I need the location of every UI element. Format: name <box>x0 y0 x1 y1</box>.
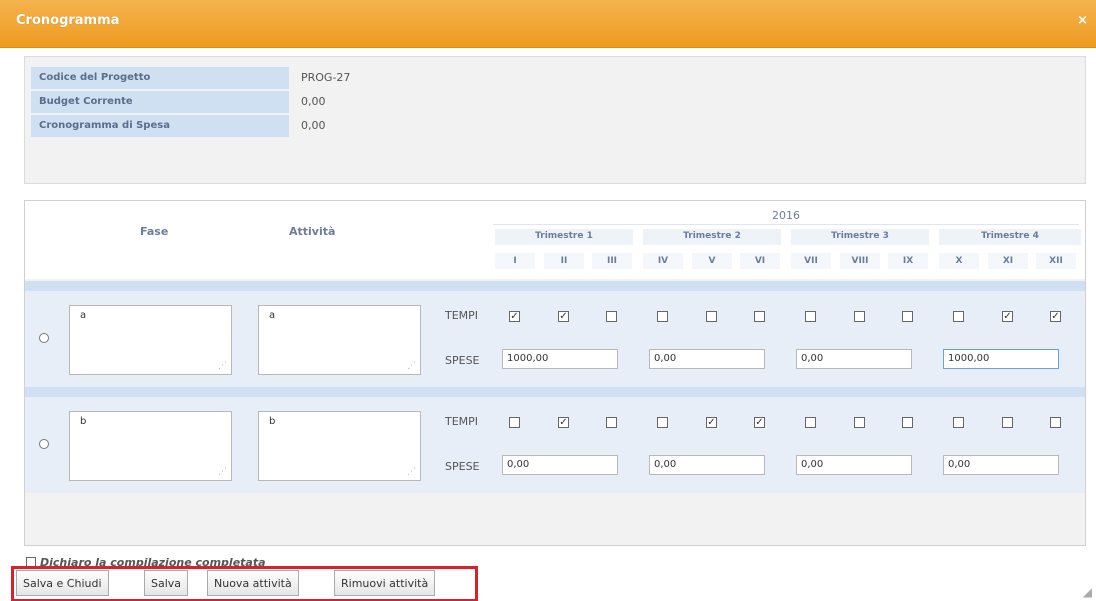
spese-label: SPESE <box>445 354 480 367</box>
attivita-textarea[interactable]: a ⋰ <box>258 305 421 375</box>
tempi-checkbox[interactable] <box>902 417 913 428</box>
activity-row: b ⋰ b ⋰ TEMPI SPESE 0,00 0,00 0,00 0,00 … <box>25 397 1085 493</box>
tempi-checkbox[interactable]: ✓ <box>706 417 717 428</box>
quarter-header: Trimestre 2 <box>643 229 781 245</box>
month-header: IV <box>643 253 683 269</box>
tempi-checkbox[interactable] <box>509 417 520 428</box>
column-header-fase: Fase <box>140 225 169 238</box>
new-activity-button[interactable]: Nuova attività <box>207 570 299 596</box>
month-header: V <box>692 253 732 269</box>
info-label: Codice del Progetto <box>31 67 289 89</box>
save-button[interactable]: Salva <box>144 570 189 596</box>
tempi-checkbox[interactable] <box>706 311 717 322</box>
info-label: Cronogramma di Spesa <box>31 115 289 137</box>
resize-grip-icon[interactable]: ⋰ <box>218 361 227 371</box>
year-header: 2016 <box>493 207 1079 225</box>
dialog-body: Codice del Progetto PROG-27 Budget Corre… <box>0 48 1096 601</box>
spesa-input-q1[interactable]: 0,00 <box>502 455 618 475</box>
tempi-checkbox[interactable] <box>606 311 617 322</box>
info-label: Budget Corrente <box>31 91 289 113</box>
tempi-checkbox[interactable] <box>854 417 865 428</box>
month-header: XII <box>1036 253 1076 269</box>
spesa-input-q2[interactable]: 0,00 <box>649 455 765 475</box>
fase-value: b <box>80 416 87 427</box>
tempi-checkbox[interactable] <box>1050 417 1061 428</box>
column-header-attivita: Attività <box>289 225 336 238</box>
row-select-radio[interactable] <box>39 333 49 343</box>
spesa-input-q3[interactable]: 0,00 <box>796 455 912 475</box>
month-header: I <box>495 253 535 269</box>
spesa-input-q1[interactable]: 1000,00 <box>502 349 618 369</box>
month-header: VIII <box>840 253 880 269</box>
tempi-checkbox[interactable]: ✓ <box>754 417 765 428</box>
month-header: IX <box>888 253 928 269</box>
info-value: 0,00 <box>301 119 326 132</box>
tempi-checkbox[interactable] <box>953 311 964 322</box>
fase-textarea[interactable]: a ⋰ <box>69 305 232 375</box>
tempi-checkbox[interactable]: ✓ <box>558 311 569 322</box>
cronogramma-grid: Fase Attività 2016 Trimestre 1 Trimestre… <box>24 200 1086 546</box>
tempi-checkbox[interactable] <box>902 311 913 322</box>
month-header: VII <box>791 253 831 269</box>
resize-grip-icon[interactable]: ◢ <box>1083 585 1092 599</box>
tempi-checkbox[interactable]: ✓ <box>1050 311 1061 322</box>
spesa-input-q3[interactable]: 0,00 <box>796 349 912 369</box>
tempi-checkbox[interactable] <box>754 311 765 322</box>
close-icon[interactable]: × <box>1077 13 1088 28</box>
month-header: II <box>544 253 584 269</box>
quarter-header: Trimestre 3 <box>791 229 929 245</box>
tempi-checkbox[interactable] <box>805 311 816 322</box>
save-and-close-button[interactable]: Salva e Chiudi <box>16 570 109 596</box>
fase-textarea[interactable]: b ⋰ <box>69 411 232 481</box>
month-header: XI <box>988 253 1028 269</box>
month-header: VI <box>740 253 780 269</box>
tempi-checkbox[interactable]: ✓ <box>1002 311 1013 322</box>
tempi-checkbox[interactable] <box>657 311 668 322</box>
resize-grip-icon[interactable]: ⋰ <box>218 467 227 477</box>
month-header: III <box>592 253 632 269</box>
grid-header: Fase Attività 2016 Trimestre 1 Trimestre… <box>25 201 1085 279</box>
spesa-input-q4[interactable]: 0,00 <box>943 455 1059 475</box>
tempi-checkbox[interactable] <box>854 311 865 322</box>
attivita-value: b <box>269 416 276 427</box>
spesa-input-q4[interactable]: 1000,00 <box>943 349 1059 369</box>
quarter-header: Trimestre 4 <box>939 229 1081 245</box>
tempi-checkbox[interactable]: ✓ <box>558 417 569 428</box>
tempi-checkbox[interactable] <box>606 417 617 428</box>
row-select-radio[interactable] <box>39 439 49 449</box>
spese-label: SPESE <box>445 460 480 473</box>
tempi-label: TEMPI <box>445 415 479 428</box>
tempi-checkbox[interactable]: ✓ <box>509 311 520 322</box>
tempi-checkbox[interactable] <box>805 417 816 428</box>
quarter-header: Trimestre 1 <box>495 229 633 245</box>
resize-grip-icon[interactable]: ⋰ <box>407 467 416 477</box>
attivita-value: a <box>269 310 276 321</box>
fase-value: a <box>80 310 87 321</box>
row-separator <box>25 387 1085 397</box>
remove-activity-button[interactable]: Rimuovi attività <box>334 570 436 596</box>
tempi-label: TEMPI <box>445 309 479 322</box>
project-info-panel: Codice del Progetto PROG-27 Budget Corre… <box>24 56 1086 184</box>
activity-row: a ⋰ a ⋰ TEMPI SPESE 1000,00 0,00 0,00 10… <box>25 291 1085 387</box>
info-value: 0,00 <box>301 95 326 108</box>
resize-grip-icon[interactable]: ⋰ <box>407 361 416 371</box>
spesa-input-q2[interactable]: 0,00 <box>649 349 765 369</box>
row-separator <box>25 281 1085 291</box>
tempi-checkbox[interactable] <box>1002 417 1013 428</box>
attivita-textarea[interactable]: b ⋰ <box>258 411 421 481</box>
tempi-checkbox[interactable] <box>657 417 668 428</box>
dialog-title: Cronogramma <box>16 13 120 28</box>
tempi-checkbox[interactable] <box>953 417 964 428</box>
dialog-title-bar: Cronogramma × <box>0 0 1096 48</box>
month-header: X <box>939 253 979 269</box>
info-value: PROG-27 <box>301 71 351 84</box>
